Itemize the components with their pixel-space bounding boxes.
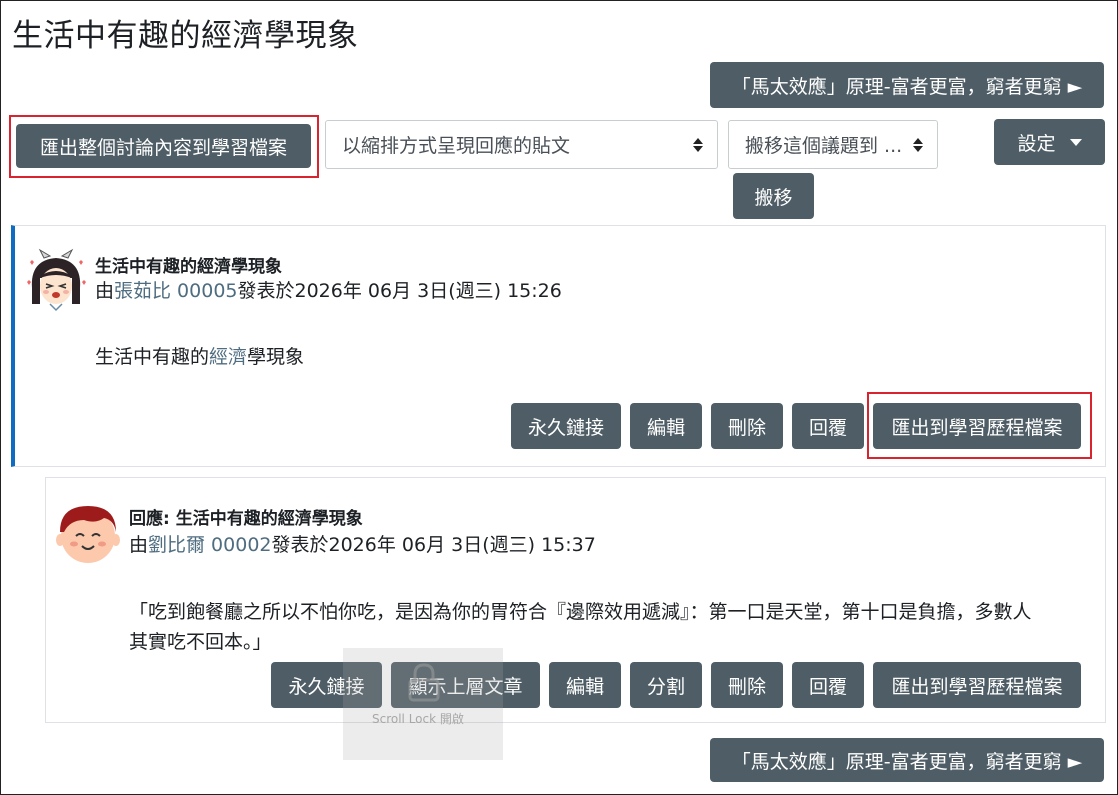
move-discussion-select[interactable]: 搬移這個議題到 ... [728,120,938,169]
export-to-portfolio-button[interactable]: 匯出到學習歷程檔案 [873,662,1081,708]
settings-menu-button[interactable]: 設定 [994,119,1105,165]
post-subject: 生活中有趣的經濟學現象 [95,257,282,277]
edit-button[interactable]: 編輯 [630,403,702,449]
next-discussion-button[interactable]: 「馬太效應」原理-富者更富，窮者更窮 ► [710,62,1104,108]
glossary-link[interactable]: 經濟 [209,346,247,368]
settings-label: 設定 [1017,132,1056,155]
highlight-box-export-all [9,115,319,178]
edit-button[interactable]: 編輯 [549,662,621,708]
move-discussion-value: 搬移這個議題到 ... [745,135,903,157]
byline-prefix: 由 [95,280,115,302]
author-link[interactable]: 劉比爾 00002 [148,534,271,556]
scroll-lock-label: Scroll Lock 開啟 [372,712,464,726]
content-line: 其實吃不回本。」 [129,631,272,653]
post-date: 發表於2026年 06月 3日(週三) 15:26 [237,280,562,302]
highlight-box-export-post [867,392,1092,459]
post-byline: 由劉比爾 00002發表於2026年 06月 3日(週三) 15:37 [129,530,596,557]
post-date: 發表於2026年 06月 3日(週三) 15:37 [271,534,596,556]
select-arrows-icon [693,137,703,152]
move-button[interactable]: 搬移 [733,173,814,219]
select-arrows-icon [913,137,923,152]
post-content: 「吃到飽餐廳之所以不怕你吃，是因為你的胃符合『邊際效用遞減』：第一口是天堂，第十… [129,597,1099,657]
reply-button[interactable]: 回覆 [792,662,864,708]
content-text: 生活中有趣的 [95,346,210,368]
reply-button[interactable]: 回覆 [792,403,864,449]
display-mode-select[interactable]: 以縮排方式呈現回應的貼文 [325,120,718,169]
author-link[interactable]: 張茹比 00005 [114,280,237,302]
content-text: 學現象 [247,346,305,368]
delete-button[interactable]: 刪除 [711,403,783,449]
content-line: 「吃到飽餐廳之所以不怕你吃，是因為你的胃符合『邊際效用遞減』：第一口是天堂，第十… [129,601,1032,623]
post-subject: 回應: 生活中有趣的經濟學現象 [129,509,363,529]
lock-icon [408,663,440,702]
permalink-button[interactable]: 永久鏈接 [511,403,621,449]
delete-button[interactable]: 刪除 [711,662,783,708]
display-mode-value: 以縮排方式呈現回應的貼文 [342,135,571,157]
split-button[interactable]: 分割 [630,662,702,708]
avatar [56,506,120,563]
byline-prefix: 由 [129,534,149,556]
next-discussion-button[interactable]: 「馬太效應」原理-富者更富，窮者更窮 ► [710,738,1104,782]
post-byline: 由張茹比 00005發表於2026年 06月 3日(週三) 15:26 [95,276,562,303]
permalink-button[interactable]: 永久鏈接 [271,662,382,708]
post-content: 生活中有趣的經濟學現象 [95,342,304,372]
caret-down-icon [1069,138,1082,146]
page-title: 生活中有趣的經濟學現象 [12,18,359,54]
avatar [25,248,87,312]
